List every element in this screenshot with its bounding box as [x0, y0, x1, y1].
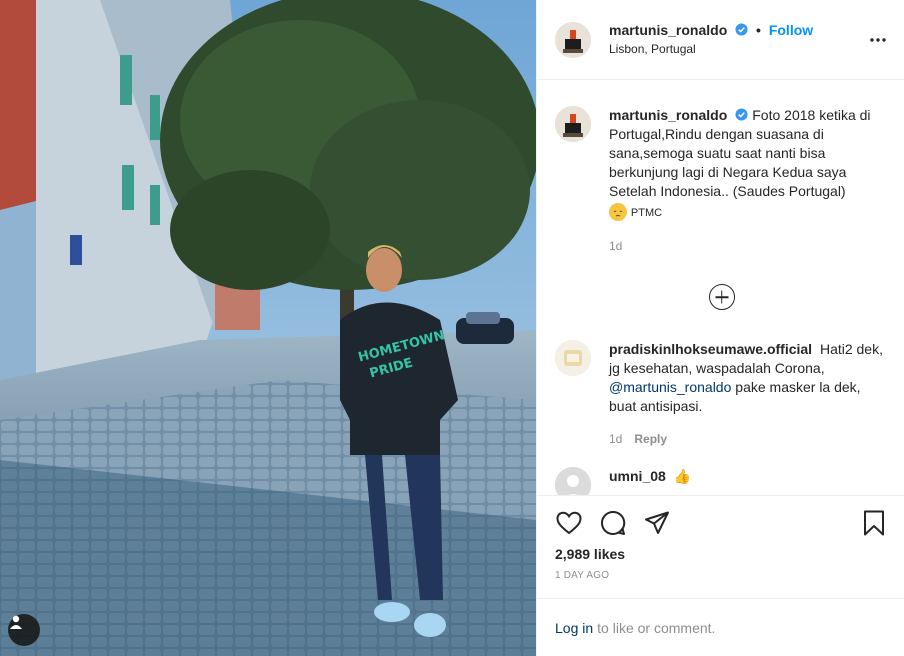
load-more-comments [555, 284, 888, 310]
instagram-post: HOMETOWN PRIDE martunis_ronaldo • Follow… [0, 0, 904, 656]
save-button[interactable] [860, 509, 888, 537]
commenter-avatar[interactable] [555, 340, 591, 376]
post-photo[interactable]: HOMETOWN PRIDE [0, 0, 536, 656]
plus-circle-icon[interactable] [708, 284, 735, 310]
login-prompt-text: to like or comment. [597, 619, 716, 636]
header-text: martunis_ronaldo • Follow Lisbon, Portug… [609, 21, 813, 58]
caption-meta: 1d [609, 237, 888, 256]
follow-button[interactable]: Follow [769, 22, 813, 38]
reply-button[interactable]: Reply [634, 432, 667, 446]
comment-icon [601, 510, 626, 535]
comment-username[interactable]: umni_08 [609, 468, 666, 484]
login-prompt: Log in to like or comment. [537, 598, 904, 656]
comment-username[interactable]: pradiskinlhokseumawe.official [609, 341, 812, 357]
caption-username[interactable]: martunis_ronaldo [609, 107, 727, 123]
street-photo-image: HOMETOWN PRIDE [0, 0, 536, 656]
comment-button[interactable] [599, 509, 627, 537]
share-icon [645, 511, 669, 534]
action-bar [555, 508, 888, 538]
more-options-button[interactable] [868, 30, 888, 50]
caption-suffix: PTMC [630, 207, 663, 219]
comment-age[interactable]: 1d [609, 432, 622, 446]
avatar-image [555, 106, 591, 142]
comment-mention-link[interactable]: @martunis_ronaldo [609, 379, 731, 395]
verified-badge-icon [735, 23, 748, 36]
separator-dot: • [756, 22, 761, 38]
more-options-icon [870, 38, 886, 42]
person-tag-icon [10, 615, 22, 629]
login-link[interactable]: Log in [555, 620, 593, 636]
comment-body: umni_08 👍 [609, 467, 888, 495]
user-tag-button[interactable] [8, 614, 40, 646]
actions-area: 2,989 likes 1 DAY AGO [537, 495, 904, 598]
caption-body: martunis_ronaldo Foto 2018 ketika di Port… [609, 106, 888, 256]
commenter-avatar[interactable] [555, 467, 591, 495]
caption-avatar[interactable] [555, 106, 591, 142]
caption: martunis_ronaldo Foto 2018 ketika di Port… [555, 106, 888, 256]
likes-count[interactable]: 2,989 likes [555, 546, 888, 562]
bookmark-icon [864, 510, 884, 536]
comment-item: umni_08 👍 [555, 467, 888, 495]
post-header: martunis_ronaldo • Follow Lisbon, Portug… [537, 0, 904, 80]
share-button[interactable] [643, 509, 671, 537]
pensive-face-icon [609, 203, 627, 221]
verified-badge-icon [735, 108, 748, 121]
comments-section[interactable]: martunis_ronaldo Foto 2018 ketika di Port… [537, 80, 904, 495]
caption-age[interactable]: 1d [609, 239, 622, 253]
avatar-image [555, 340, 591, 376]
default-avatar-image [555, 467, 591, 495]
post-side-panel: martunis_ronaldo • Follow Lisbon, Portug… [536, 0, 904, 656]
avatar-image [555, 21, 591, 58]
comment-item: pradiskinlhokseumawe.official Hati2 dek,… [555, 340, 888, 449]
thumbs-up-icon: 👍 [673, 468, 692, 484]
post-location[interactable]: Lisbon, Portugal [609, 40, 813, 58]
comment-body: pradiskinlhokseumawe.official Hati2 dek,… [609, 340, 888, 449]
post-timestamp[interactable]: 1 DAY AGO [555, 570, 888, 581]
heart-icon [556, 511, 582, 535]
author-avatar[interactable] [555, 21, 591, 58]
comment-meta: 1d Reply [609, 430, 888, 449]
like-button[interactable] [555, 509, 583, 537]
author-username[interactable]: martunis_ronaldo [609, 22, 727, 38]
